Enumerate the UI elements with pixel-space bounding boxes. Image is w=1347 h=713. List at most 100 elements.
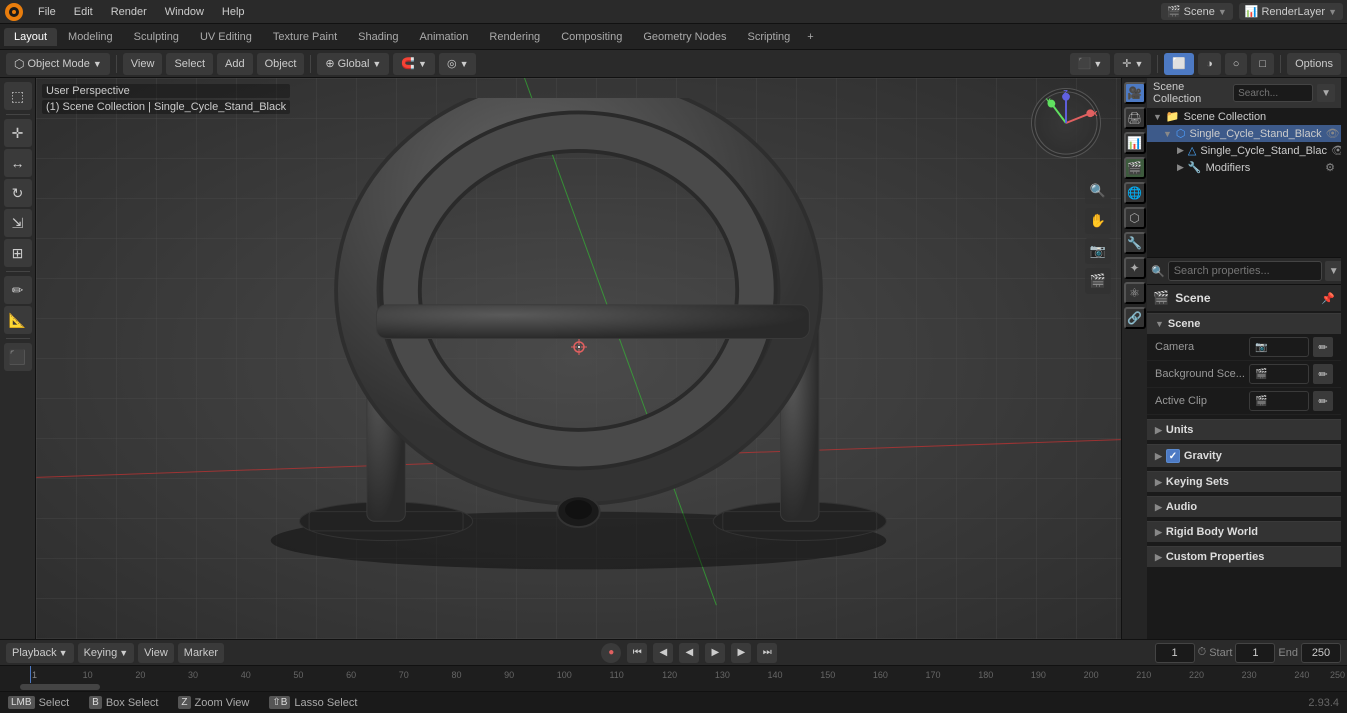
tool-scale[interactable]: ⇲ [4, 209, 32, 237]
start-frame-input[interactable] [1235, 643, 1275, 663]
keying-sets-header[interactable]: ▶ Keying Sets [1147, 471, 1341, 492]
props-scene-icon[interactable]: 🎬 [1124, 157, 1146, 179]
tool-measure[interactable]: 📐 [4, 306, 32, 334]
overlay-button[interactable]: ⬛ ▼ [1070, 53, 1111, 75]
tab-sculpting[interactable]: Sculpting [124, 28, 189, 46]
camera-view-button[interactable]: 📷 [1085, 238, 1111, 264]
tab-animation[interactable]: Animation [410, 28, 479, 46]
select-menu-button[interactable]: Select [166, 53, 213, 75]
tool-rotate[interactable]: ↻ [4, 179, 32, 207]
props-particles-icon[interactable]: ✦ [1124, 257, 1146, 279]
menu-edit[interactable]: Edit [66, 4, 101, 20]
camera-value[interactable]: 📷 [1249, 337, 1309, 357]
rigid-body-header[interactable]: ▶ Rigid Body World [1147, 521, 1341, 542]
custom-props-header[interactable]: ▶ Custom Properties [1147, 546, 1341, 567]
outliner-item-mesh[interactable]: ▶ △ Single_Cycle_Stand_Blac 👁 [1147, 142, 1341, 159]
props-view-layer-icon[interactable]: 📊 [1124, 132, 1146, 154]
props-filter-button[interactable]: ▼ [1325, 261, 1341, 281]
reverse-play-button[interactable]: ◀ [679, 643, 699, 663]
zoom-status[interactable]: Z Zoom View [178, 696, 249, 709]
object-mode-button[interactable]: ⬡ Object Mode ▼ [6, 53, 110, 75]
outliner-item-scene-collection[interactable]: ▼ 📁 Scene Collection [1147, 108, 1341, 125]
viewport-shade-solid[interactable]: ⬜ [1164, 53, 1194, 75]
mesh-eye-icon[interactable]: 👁 [1331, 144, 1341, 157]
tool-cursor[interactable]: ✛ [4, 119, 32, 147]
render-layer-dropdown-icon[interactable]: ▼ [1328, 7, 1337, 17]
menu-window[interactable]: Window [157, 4, 212, 20]
tab-geometry-nodes[interactable]: Geometry Nodes [633, 28, 736, 46]
proportional-edit-button[interactable]: ◎ ▼ [439, 53, 477, 75]
record-button[interactable]: ● [601, 643, 621, 663]
playback-button[interactable]: Playback ▼ [6, 643, 74, 663]
viewport-3d[interactable]: X Y Z 🔍 ✋ 📷 🎬 User Perspective (1) Scene… [36, 78, 1121, 639]
tool-select-box[interactable]: ⬚ [4, 82, 32, 110]
tool-move[interactable]: ↔ [4, 149, 32, 177]
navigation-gizmo[interactable]: X Y Z [1031, 88, 1111, 168]
zoom-in-button[interactable]: 🔍 [1085, 178, 1111, 204]
prev-keyframe-button[interactable]: ◀ [653, 643, 673, 663]
menu-help[interactable]: Help [214, 4, 253, 20]
units-section-header[interactable]: ▶ Units [1147, 419, 1341, 440]
scene-view-button[interactable]: 🎬 [1085, 268, 1111, 294]
props-constraints-icon[interactable]: 🔗 [1124, 307, 1146, 329]
lasso-status[interactable]: ⇧B Lasso Select [269, 696, 357, 709]
props-modifiers-icon[interactable]: 🔧 [1124, 232, 1146, 254]
gravity-checkbox[interactable]: ✓ [1166, 449, 1180, 463]
tab-shading[interactable]: Shading [348, 28, 408, 46]
scrollbar-thumb[interactable] [20, 684, 100, 690]
props-output-icon[interactable]: 🖨 [1124, 107, 1146, 129]
viewport-shade-wireframe[interactable]: □ [1251, 53, 1274, 75]
outliner-search[interactable] [1233, 84, 1313, 102]
marker-button[interactable]: Marker [178, 643, 224, 663]
outliner-item-object[interactable]: ▼ ⬡ Single_Cycle_Stand_Black 👁 📷 [1147, 125, 1341, 142]
viewport-shade-rendered[interactable]: ○ [1225, 53, 1248, 75]
audio-section-header[interactable]: ▶ Audio [1147, 496, 1341, 517]
outliner-item-modifiers[interactable]: ▶ 🔧 Modifiers ⚙ [1147, 159, 1341, 176]
active-clip-value[interactable]: 🎬 [1249, 391, 1309, 411]
current-frame-input[interactable] [1155, 643, 1195, 663]
object-eye-icon[interactable]: 👁 [1326, 127, 1340, 140]
tab-uv-editing[interactable]: UV Editing [190, 28, 262, 46]
tool-annotate[interactable]: ✏ [4, 276, 32, 304]
view-button-timeline[interactable]: View [138, 643, 174, 663]
bg-scene-picker-button[interactable]: ✏ [1313, 364, 1333, 384]
outliner-filter-button[interactable]: ▼ [1317, 84, 1335, 102]
menu-file[interactable]: File [30, 4, 64, 20]
tool-transform[interactable]: ⊞ [4, 239, 32, 267]
end-frame-input[interactable] [1301, 643, 1341, 663]
menu-render[interactable]: Render [103, 4, 155, 20]
tab-rendering[interactable]: Rendering [479, 28, 550, 46]
props-search-input[interactable] [1168, 261, 1322, 281]
view-menu-button[interactable]: View [123, 53, 163, 75]
scene-dropdown-icon[interactable]: ▼ [1218, 7, 1227, 17]
play-button[interactable]: ▶ [705, 643, 725, 663]
active-clip-picker-button[interactable]: ✏ [1313, 391, 1333, 411]
props-physics-icon[interactable]: ⚛ [1124, 282, 1146, 304]
props-object-icon[interactable]: ⬡ [1124, 207, 1146, 229]
scene-pin-icon[interactable]: 📌 [1321, 292, 1335, 305]
tool-add-cube[interactable]: ⬛ [4, 343, 32, 371]
snap-button[interactable]: 🧲 ▼ [393, 53, 435, 75]
camera-picker-button[interactable]: ✏ [1313, 337, 1333, 357]
timeline-scrollbar[interactable] [0, 683, 1347, 691]
tab-texture-paint[interactable]: Texture Paint [263, 28, 347, 46]
tab-modeling[interactable]: Modeling [58, 28, 123, 46]
scene-section-header[interactable]: ▼ Scene [1147, 313, 1341, 334]
next-keyframe-button[interactable]: ▶ [731, 643, 751, 663]
add-workspace-button[interactable]: + [801, 28, 819, 46]
gravity-section-header[interactable]: ▶ ✓ Gravity [1147, 444, 1341, 467]
jump-start-button[interactable]: ⏮ [627, 643, 647, 663]
tab-compositing[interactable]: Compositing [551, 28, 632, 46]
add-menu-button[interactable]: Add [217, 53, 253, 75]
global-transform-button[interactable]: ⊕ Global ▼ [317, 53, 389, 75]
viewport-shade-material[interactable]: ◑ [1198, 53, 1221, 75]
tab-layout[interactable]: Layout [4, 28, 57, 46]
bg-scene-value[interactable]: 🎬 [1249, 364, 1309, 384]
box-select-status[interactable]: B Box Select [89, 696, 158, 709]
props-render-icon[interactable]: 🎥 [1124, 82, 1146, 104]
gizmo-button[interactable]: ✛ ▼ [1114, 53, 1151, 75]
props-world-icon[interactable]: 🌐 [1124, 182, 1146, 204]
tab-scripting[interactable]: Scripting [737, 28, 800, 46]
select-status[interactable]: LMB Select [8, 696, 69, 709]
object-menu-button[interactable]: Object [257, 53, 305, 75]
